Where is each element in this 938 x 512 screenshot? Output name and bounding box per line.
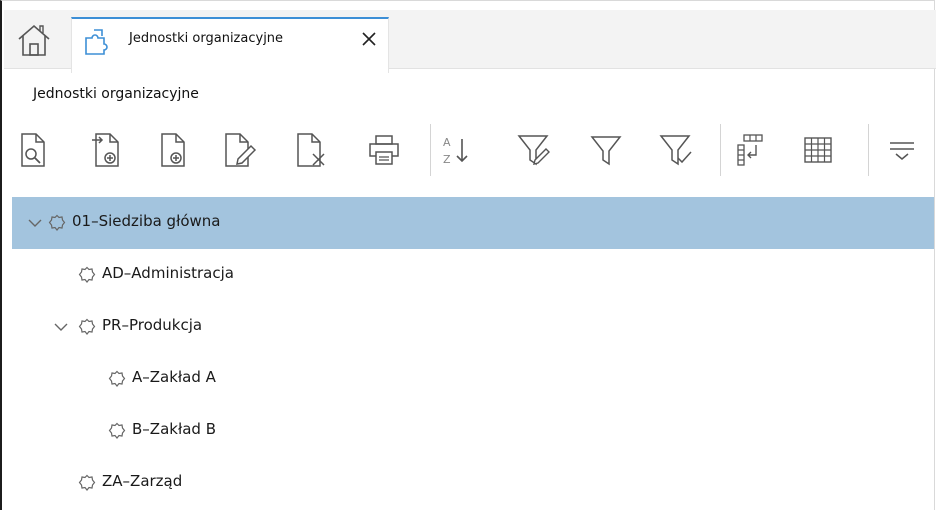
svg-text:A: A [443, 136, 451, 149]
tree-item-a[interactable]: A–Zakład A [12, 353, 934, 405]
puzzle-icon [82, 26, 112, 56]
chevron-down-icon[interactable] [54, 320, 68, 334]
tree-item-b[interactable]: B–Zakład B [12, 405, 934, 457]
chevron-down-icon[interactable] [28, 216, 42, 230]
grid-icon [804, 137, 832, 163]
tree-item-label: PR–Produkcja [102, 316, 203, 334]
tab-jednostki-organizacyjne[interactable]: Jednostki organizacyjne [71, 17, 389, 73]
document-add-from-icon [92, 133, 119, 167]
tree-item-label: A–Zakład A [132, 368, 216, 386]
document-edit-icon [225, 133, 257, 167]
tree-item-za[interactable]: ZA–Zarząd [12, 457, 934, 509]
toolbar-separator [720, 124, 721, 176]
columns-move-icon [737, 134, 763, 166]
document-delete-button[interactable] [292, 130, 332, 170]
tree-item-pr[interactable]: PR–Produkcja [12, 301, 934, 353]
tab-label: Jednostki organizacyjne [129, 31, 284, 46]
tab-bar: Jednostki organizacyjne [2, 2, 936, 73]
tree-item-label: B–Zakład B [132, 420, 216, 438]
document-add-from-button[interactable] [86, 130, 126, 170]
close-icon[interactable] [358, 28, 380, 50]
document-search-button[interactable] [14, 130, 54, 170]
document-add-icon [161, 133, 185, 167]
document-search-icon [21, 133, 45, 167]
filter-button[interactable] [586, 130, 626, 170]
columns-move-button[interactable] [730, 130, 770, 170]
gear-icon [78, 266, 96, 283]
tree-item-ad[interactable]: AD–Administracja [12, 249, 934, 301]
gear-icon [108, 422, 126, 439]
menu-more-icon [890, 142, 914, 160]
print-button[interactable] [364, 130, 404, 170]
tree-item-label: AD–Administracja [102, 264, 234, 282]
filter-edit-button[interactable] [514, 130, 554, 170]
filter-edit-icon [517, 135, 550, 166]
sort-az-icon: A Z [443, 136, 468, 166]
svg-text:Z: Z [443, 153, 451, 166]
tree-item-label: 01–Siedziba główna [72, 212, 221, 230]
gear-icon [48, 214, 66, 231]
toolbar: A Z [2, 118, 934, 190]
toolbar-separator [868, 124, 869, 176]
document-add-button[interactable] [154, 130, 194, 170]
printer-icon [369, 135, 399, 165]
filter-apply-icon [659, 135, 692, 166]
gear-icon [78, 474, 96, 491]
filter-apply-button[interactable] [656, 130, 696, 170]
gear-icon [108, 370, 126, 387]
section-title: Jednostki organizacyjne [33, 86, 199, 102]
menu-more-button[interactable] [882, 130, 922, 170]
org-unit-tree: 01–Siedziba główna AD–Administracja PR–P… [12, 197, 934, 509]
filter-icon [590, 136, 622, 166]
tree-item-label: ZA–Zarząd [102, 472, 183, 490]
document-edit-button[interactable] [220, 130, 260, 170]
home-icon [18, 24, 50, 56]
home-tab[interactable] [16, 22, 52, 58]
document-delete-icon [297, 133, 325, 167]
grid-button[interactable] [798, 130, 838, 170]
toolbar-separator [430, 124, 431, 176]
gear-icon [78, 318, 96, 335]
sort-az-button[interactable]: A Z [436, 130, 476, 170]
tree-item-01[interactable]: 01–Siedziba główna [12, 197, 934, 249]
